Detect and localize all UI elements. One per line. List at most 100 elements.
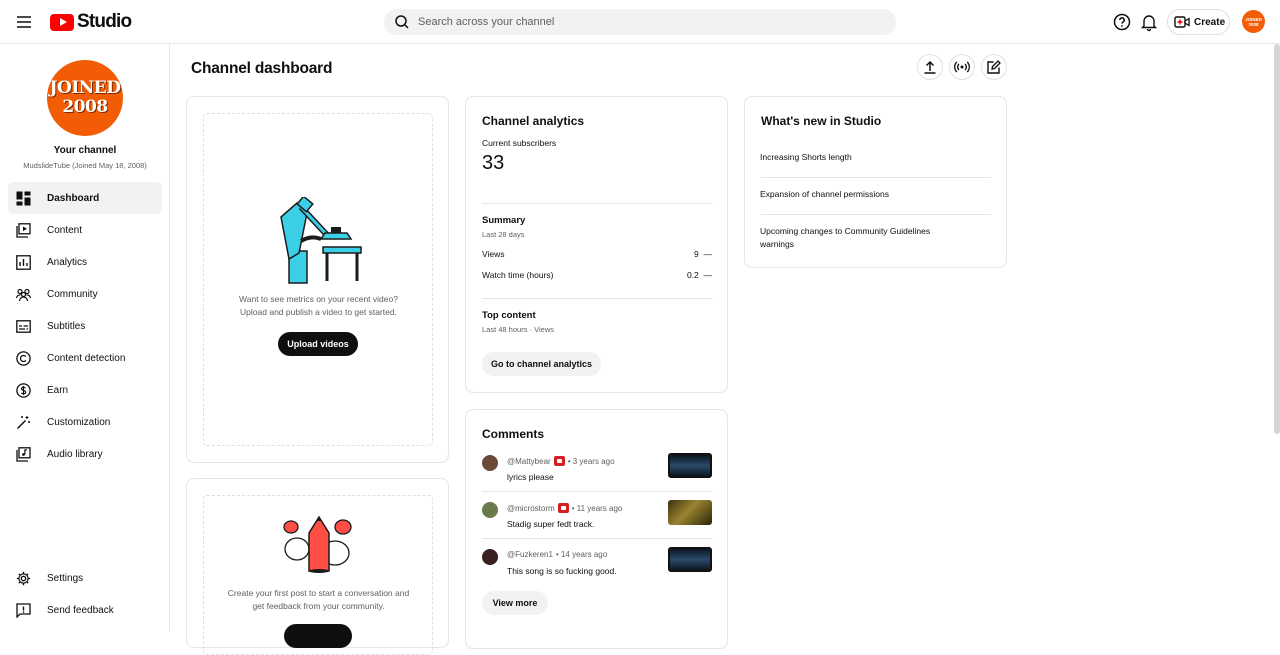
video-thumbnail[interactable] — [668, 547, 712, 572]
sidebar-item-label: Audio library — [47, 448, 103, 460]
dollar-icon — [16, 382, 31, 398]
create-post-button[interactable] — [981, 54, 1007, 80]
video-thumbnail[interactable] — [668, 453, 712, 478]
audio-library-icon — [16, 446, 31, 462]
content-icon — [16, 222, 31, 238]
comment-item[interactable]: @Fuzkeren1 • 14 years ago This song is so… — [482, 547, 712, 587]
divider — [482, 538, 713, 539]
news-item[interactable]: Expansion of channel permissions — [760, 188, 990, 201]
comment-text: Stadig super fedt track. — [507, 519, 595, 529]
divider — [482, 491, 713, 492]
top-content-period: Last 48 hours · Views — [482, 325, 554, 334]
sidebar-item-audio-library[interactable]: Audio library — [8, 438, 162, 470]
creator-badge-icon — [557, 503, 569, 513]
upload-video-card: Want to see metrics on your recent video… — [186, 96, 449, 463]
post-prompt-line1: Create your first post to start a conver… — [227, 588, 410, 598]
sidebar-item-analytics[interactable]: Analytics — [8, 246, 162, 278]
comment-item[interactable]: @Mattybear • 3 years ago lyrics please — [482, 453, 712, 493]
go-live-button[interactable] — [949, 54, 975, 80]
sidebar-item-label: Subtitles — [47, 320, 86, 332]
upload-prompt-text: Want to see metrics on your recent video… — [187, 293, 450, 319]
commenter-avatar[interactable] — [482, 502, 498, 518]
sidebar-item-customization[interactable]: Customization — [8, 406, 162, 438]
pencil-chat-illustration — [283, 515, 352, 573]
sidebar-item-settings[interactable]: Settings — [8, 562, 162, 594]
help-icon[interactable] — [1112, 12, 1132, 32]
channel-analytics-card: Channel analytics Current subscribers 33… — [465, 96, 728, 393]
sidebar-item-label: Dashboard — [47, 192, 100, 204]
page-scrollbar[interactable] — [1274, 44, 1280, 434]
comment-item[interactable]: @microstorm • 11 years ago Stadig super f… — [482, 500, 712, 540]
go-to-analytics-button[interactable]: Go to channel analytics — [482, 352, 601, 376]
sidebar-item-label: Content — [47, 224, 83, 236]
comment-meta: @Fuzkeren1 • 14 years ago — [507, 550, 607, 559]
create-post-cta-button[interactable] — [284, 624, 352, 648]
sidebar-item-subtitles[interactable]: Subtitles — [8, 310, 162, 342]
sidebar-item-content[interactable]: Content — [8, 214, 162, 246]
creator-badge-icon — [553, 456, 565, 466]
commenter-avatar[interactable] — [482, 549, 498, 565]
video-thumbnail[interactable] — [668, 500, 712, 525]
divider — [482, 203, 713, 204]
brand-label: Studio — [77, 11, 132, 32]
upload-videos-button[interactable]: Upload videos — [278, 332, 358, 356]
sidebar-item-send-feedback[interactable]: Send feedback — [8, 594, 162, 626]
comment-time: • 3 years ago — [567, 456, 615, 466]
sidebar-item-label: Customization — [47, 416, 111, 428]
analytics-title: Channel analytics — [482, 114, 585, 128]
whats-new-card: What's new in Studio Increasing Shorts l… — [744, 96, 1007, 268]
news-item[interactable]: Increasing Shorts length — [760, 151, 990, 164]
sidebar-item-community[interactable]: Community — [8, 278, 162, 310]
upload-button[interactable] — [917, 54, 943, 80]
news-item[interactable]: Upcoming changes to Community Guidelines… — [760, 225, 950, 251]
edit-icon — [987, 60, 1001, 74]
sidebar-item-earn[interactable]: Earn — [8, 374, 162, 406]
gear-icon — [16, 571, 31, 585]
menu-icon[interactable] — [14, 12, 34, 32]
sidebar-item-label: Settings — [47, 572, 84, 584]
page-title: Channel dashboard — [191, 60, 333, 77]
upload-prompt-line2: Upload and publish a video to get starte… — [240, 307, 397, 317]
create-button[interactable]: Create — [1167, 9, 1230, 35]
live-broadcast-icon — [954, 61, 970, 73]
comment-author[interactable]: @microstorm — [507, 504, 555, 513]
metric-trend: — — [703, 270, 713, 280]
metric-row-watch-time: Watch time (hours) 0.2 — — [482, 270, 712, 280]
sidebar-item-label: Earn — [47, 384, 69, 396]
analytics-icon — [16, 254, 31, 270]
search-bar[interactable] — [384, 9, 896, 35]
metric-trend: — — [703, 249, 713, 259]
sidebar-item-content-detection[interactable]: Content detection — [8, 342, 162, 374]
account-avatar[interactable]: JOINED 2008 — [1242, 10, 1265, 33]
search-input[interactable] — [418, 16, 858, 28]
metric-value: 0.2 — [686, 270, 699, 280]
your-channel-label: Your channel — [53, 145, 117, 156]
microscope-illustration — [280, 197, 362, 284]
post-prompt-line2: get feedback from your community. — [252, 601, 385, 611]
copyright-icon — [16, 350, 31, 366]
studio-logo[interactable]: Studio — [50, 11, 132, 33]
comments-title: Comments — [482, 427, 545, 441]
sidebar: JOINED 2008 Your channel MudslideTube (J… — [0, 44, 170, 631]
upload-prompt-line1: Want to see metrics on your recent video… — [239, 294, 398, 304]
metric-row-views: Views 9 — — [482, 249, 712, 259]
comment-author[interactable]: @Fuzkeren1 — [507, 550, 553, 559]
metric-label: Watch time (hours) — [482, 270, 554, 280]
comments-card: Comments @Mattybear • 3 years ago lyrics … — [465, 409, 728, 649]
magic-wand-icon — [16, 415, 30, 429]
channel-avatar[interactable]: JOINED 2008 — [47, 60, 123, 136]
comment-time: • 14 years ago — [555, 550, 608, 559]
avatar-text-line1: JOINED — [49, 78, 121, 98]
subscribers-label: Current subscribers — [482, 138, 557, 148]
notifications-bell-icon[interactable] — [1139, 12, 1159, 32]
comment-author[interactable]: @Mattybear — [507, 457, 551, 466]
sidebar-nav: Dashboard Content Analytics Community Su… — [8, 182, 162, 470]
sidebar-item-dashboard[interactable]: Dashboard — [8, 182, 162, 214]
sidebar-bottom-nav: Settings Send feedback — [8, 562, 162, 626]
summary-title: Summary — [482, 215, 526, 226]
comment-text: This song is so fucking good. — [507, 566, 617, 576]
summary-period: Last 28 days — [482, 230, 525, 239]
community-icon — [16, 288, 31, 301]
view-more-button[interactable]: View more — [482, 591, 548, 615]
commenter-avatar[interactable] — [482, 455, 498, 471]
